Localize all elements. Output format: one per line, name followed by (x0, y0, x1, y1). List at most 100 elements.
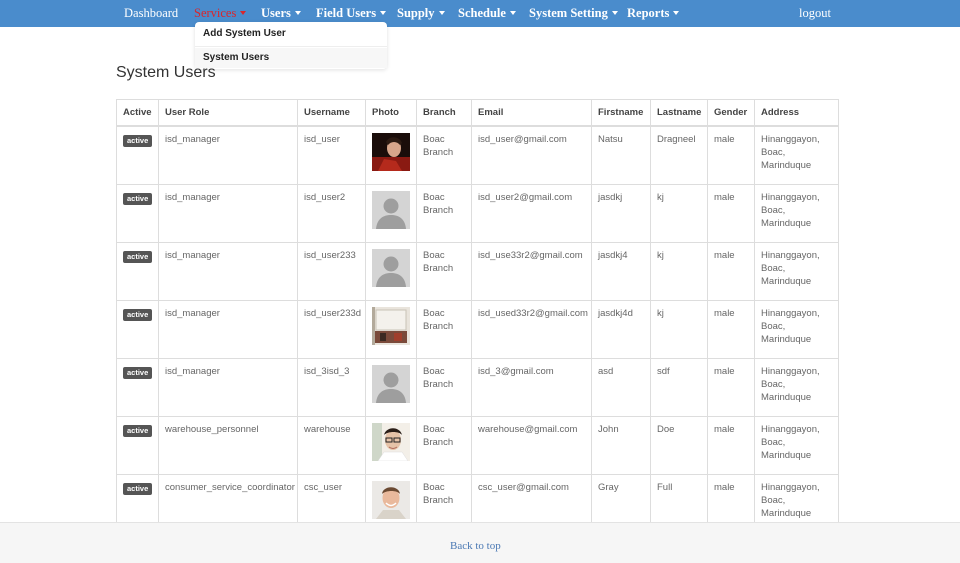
user-photo (372, 365, 410, 403)
cell-photo (365, 184, 417, 243)
cell-firstname: asd (591, 358, 651, 417)
cell-email: isd_used33r2@gmail.com (471, 300, 592, 359)
cell-status: active (116, 242, 159, 301)
table-row[interactable]: active isd_manager isd_user2 Boac Branch isd… (116, 184, 839, 243)
cell-username: isd_user (297, 125, 366, 185)
chevron-down-icon (294, 11, 301, 15)
logout-link[interactable]: logout (799, 0, 831, 27)
table-row[interactable]: active isd_manager isd_3isd_3 Boac Branch is… (116, 358, 839, 417)
cell-gender: male (707, 242, 755, 301)
column-header-address[interactable]: Address (754, 99, 839, 127)
cell-photo (365, 416, 417, 475)
nav-services-label: Services (194, 6, 237, 20)
cell-address: Hinanggayon, Boac, Marinduque (754, 300, 839, 359)
table-row[interactable]: active isd_manager isd_user Boac Branch isd_… (116, 125, 839, 185)
nav-supply[interactable]: Supply (397, 0, 445, 27)
chevron-down-icon (380, 11, 387, 15)
table-row[interactable]: active warehouse_personnel warehouse Boac B… (116, 416, 839, 475)
back-to-top-link[interactable]: Back to top (450, 540, 501, 552)
column-header-firstname[interactable]: Firstname (591, 99, 651, 127)
status-badge: active (123, 135, 153, 147)
nav-users-label: Users (261, 6, 291, 20)
users-dropdown-menu: Add System User System Users (195, 22, 387, 69)
cell-photo (365, 358, 417, 417)
chevron-down-icon (509, 11, 516, 15)
cell-user-role: isd_manager (158, 184, 298, 243)
column-header-email[interactable]: Email (471, 99, 592, 127)
dropdown-item-add-system-user[interactable]: Add System User (203, 24, 286, 44)
cell-user-role: isd_manager (158, 125, 298, 185)
chevron-down-icon (673, 11, 680, 15)
cell-email: isd_3@gmail.com (471, 358, 592, 417)
cell-username: isd_user233d (297, 300, 366, 359)
column-header-lastname[interactable]: Lastname (650, 99, 708, 127)
column-header-active[interactable]: Active (116, 99, 159, 127)
cell-address: Hinanggayon, Boac, Marinduque (754, 416, 839, 475)
cell-firstname: John (591, 416, 651, 475)
cell-username: warehouse (297, 416, 366, 475)
nav-reports[interactable]: Reports (627, 0, 680, 27)
cell-email: isd_user2@gmail.com (471, 184, 592, 243)
nav-system-setting[interactable]: System Setting (529, 0, 618, 27)
cell-lastname: Dragneel (650, 125, 708, 185)
cell-user-role: isd_manager (158, 242, 298, 301)
cell-status: active (116, 416, 159, 475)
cell-photo (365, 125, 417, 185)
cell-email: isd_use33r2@gmail.com (471, 242, 592, 301)
nav-field-users-label: Field Users (316, 6, 377, 20)
column-header-user-role[interactable]: User Role (158, 99, 298, 127)
column-header-branch[interactable]: Branch (416, 99, 472, 127)
cell-address: Hinanggayon, Boac, Marinduque (754, 358, 839, 417)
cell-status: active (116, 358, 159, 417)
cell-lastname: Doe (650, 416, 708, 475)
table-header-row: Active User Role Username Photo Branch E… (116, 99, 839, 127)
cell-firstname: jasdkj4d (591, 300, 651, 359)
cell-firstname: Natsu (591, 125, 651, 185)
cell-user-role: warehouse_personnel (158, 416, 298, 475)
table-body: active isd_manager isd_user Boac Branch isd_… (116, 125, 839, 533)
status-badge: active (123, 483, 153, 495)
cell-branch: Boac Branch (416, 300, 472, 359)
cell-user-role: isd_manager (158, 300, 298, 359)
cell-gender: male (707, 300, 755, 359)
user-photo (372, 481, 410, 519)
chevron-down-icon (438, 11, 445, 15)
column-header-gender[interactable]: Gender (707, 99, 755, 127)
cell-lastname: sdf (650, 358, 708, 417)
user-photo (372, 133, 410, 171)
status-badge: active (123, 367, 153, 379)
cell-photo (365, 242, 417, 301)
dropdown-item-system-users[interactable]: System Users (195, 48, 387, 68)
cell-address: Hinanggayon, Boac, Marinduque (754, 242, 839, 301)
cell-gender: male (707, 358, 755, 417)
cell-status: active (116, 125, 159, 185)
top-navbar: Dashboard Services Users Field Users Sup… (0, 0, 960, 27)
user-photo (372, 423, 410, 461)
table-row[interactable]: active isd_manager isd_user233 Boac Branch i… (116, 242, 839, 301)
cell-address: Hinanggayon, Boac, Marinduque (754, 125, 839, 185)
page-title: System Users (116, 64, 216, 81)
cell-branch: Boac Branch (416, 125, 472, 185)
cell-branch: Boac Branch (416, 416, 472, 475)
cell-branch: Boac Branch (416, 242, 472, 301)
cell-gender: male (707, 184, 755, 243)
chevron-down-icon (240, 11, 247, 15)
status-badge: active (123, 309, 153, 321)
cell-status: active (116, 300, 159, 359)
cell-gender: male (707, 416, 755, 475)
cell-photo (365, 300, 417, 359)
column-header-username[interactable]: Username (297, 99, 366, 127)
page-footer: Back to top (0, 522, 960, 563)
nav-schedule[interactable]: Schedule (458, 0, 516, 27)
cell-branch: Boac Branch (416, 184, 472, 243)
user-photo (372, 307, 410, 345)
table-row[interactable]: active isd_manager isd_user233d Boac Branch… (116, 300, 839, 359)
cell-email: warehouse@gmail.com (471, 416, 592, 475)
dropdown-divider (195, 46, 387, 47)
cell-lastname: kj (650, 184, 708, 243)
nav-dashboard[interactable]: Dashboard (124, 0, 178, 27)
cell-lastname: kj (650, 300, 708, 359)
cell-email: isd_user@gmail.com (471, 125, 592, 185)
nav-system-setting-label: System Setting (529, 6, 608, 20)
column-header-photo[interactable]: Photo (365, 99, 417, 127)
